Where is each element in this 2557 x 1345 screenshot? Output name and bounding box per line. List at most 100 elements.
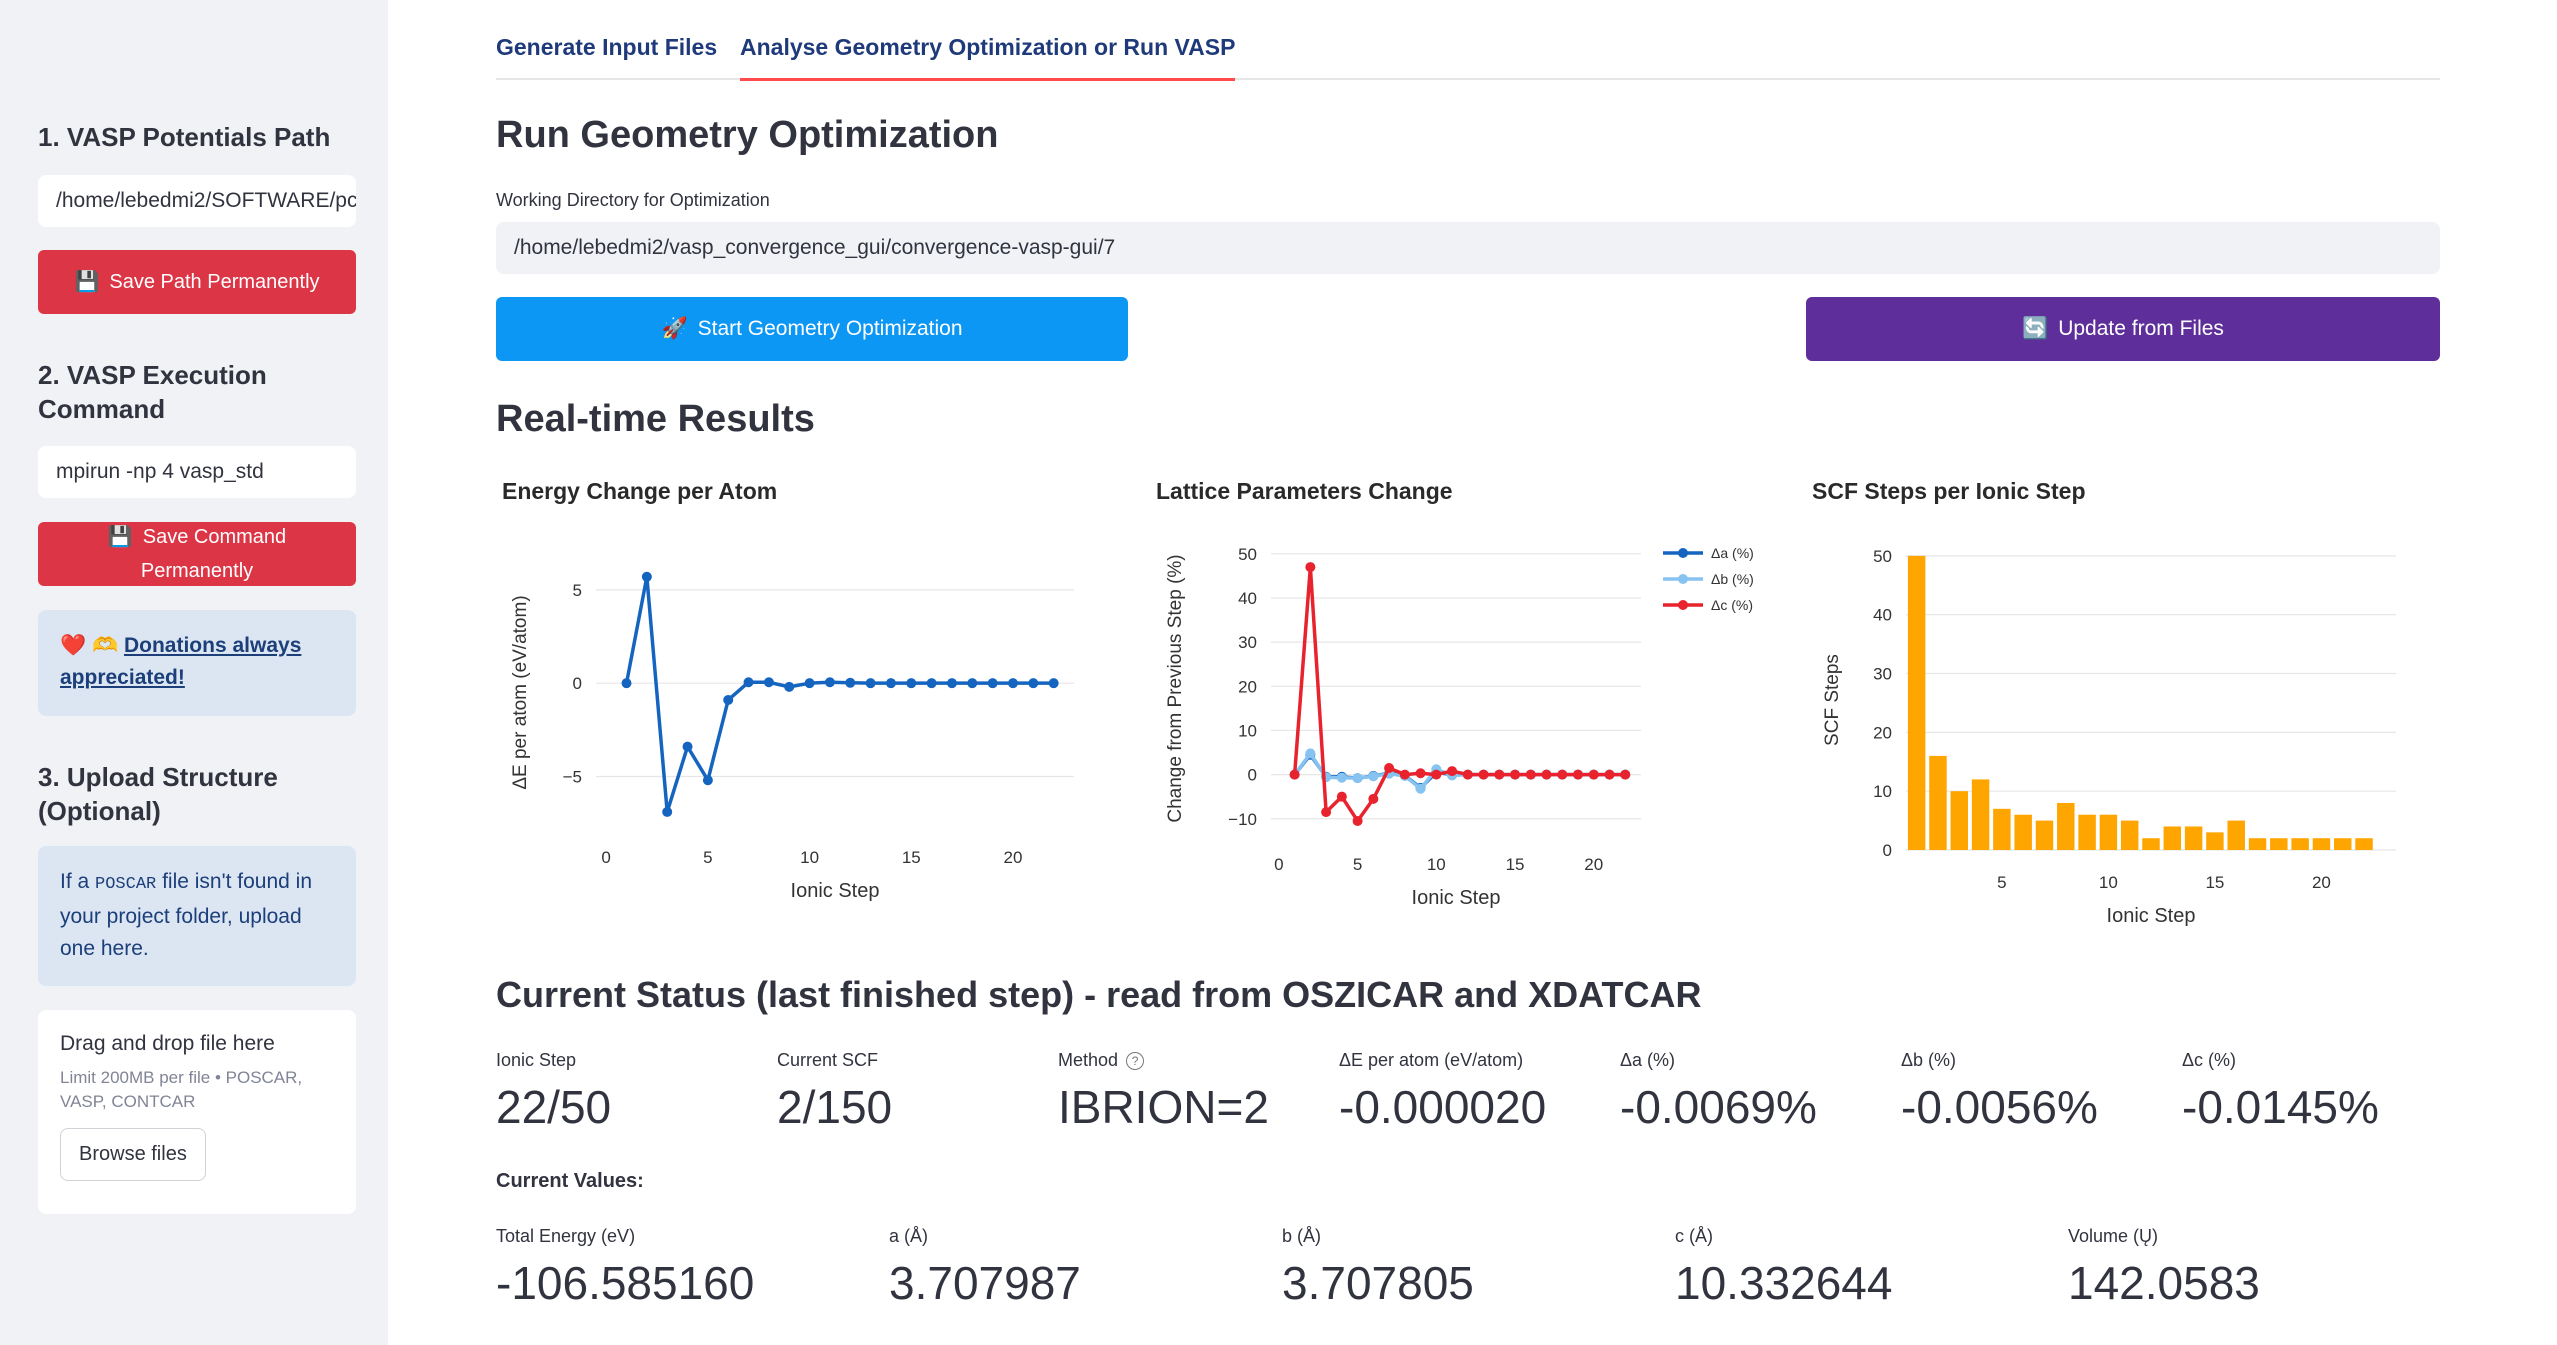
floppy-disk-icon: 💾 xyxy=(107,526,133,548)
bar xyxy=(1929,755,1947,850)
potentials-path-heading: 1. VASP Potentials Path xyxy=(38,122,331,152)
save-path-button[interactable]: 💾 Save Path Permanently xyxy=(38,250,356,314)
legend-marker xyxy=(1678,548,1688,558)
question-circle-icon[interactable]: ? xyxy=(1126,1052,1145,1071)
bar xyxy=(2057,802,2075,850)
legend-label: Δc (%) xyxy=(1711,597,1753,613)
bar xyxy=(2227,820,2245,850)
scf-steps-chart: 0 10 20 30 40 50 5 10 15 20 Ionic Step SCF Steps xyxy=(1822,547,2396,927)
y-tick-label: 0 xyxy=(1248,766,1257,785)
bar xyxy=(1950,791,1968,850)
data-point xyxy=(1525,769,1536,780)
potentials-path-input[interactable]: /home/lebedmi2/SOFTWARE/pc xyxy=(38,175,356,227)
metric-label: Δc (%) xyxy=(2182,1050,2237,1070)
data-point xyxy=(1336,772,1347,783)
page-title: Run Geometry Optimization xyxy=(496,114,999,156)
current-value-label: b (Å) xyxy=(1282,1226,1322,1246)
scf-chart-title: SCF Steps per Ionic Step xyxy=(1812,478,2086,504)
x-tick-label: 0 xyxy=(1274,855,1283,874)
data-point xyxy=(987,678,998,689)
y-axis-title: ΔE per atom (eV/atom) xyxy=(510,595,531,789)
save-command-label: Save Command Permanently xyxy=(140,526,287,582)
metric-label: Δb (%) xyxy=(1901,1050,1957,1070)
metric-label: Δa (%) xyxy=(1620,1050,1676,1070)
x-tick-label: 5 xyxy=(1997,873,2006,892)
energy-chart-title: Energy Change per Atom xyxy=(502,478,778,504)
tab-analyse-geometry[interactable]: Analyse Geometry Optimization or Run VAS… xyxy=(740,34,1236,81)
browse-files-button[interactable]: Browse files xyxy=(60,1128,206,1181)
realtime-results-title: Real-time Results xyxy=(496,398,815,440)
bar xyxy=(2355,838,2373,850)
data-point xyxy=(1028,678,1039,689)
y-tick-label: 0 xyxy=(573,674,582,693)
data-point xyxy=(1289,769,1300,780)
current-value-label: Volume (Ų) xyxy=(2068,1226,2159,1246)
x-tick-label: 5 xyxy=(1353,855,1362,874)
data-point xyxy=(1352,773,1363,784)
metric-value: 22/50 xyxy=(496,1081,612,1133)
y-axis-title: Change from Previous Step (%) xyxy=(1165,554,1186,822)
energy-change-chart: −5 0 5 0 5 10 15 20 Ionic Step ΔE per atom (eV/at… xyxy=(510,571,1074,902)
data-point xyxy=(1352,815,1363,826)
data-point xyxy=(1447,766,1458,777)
bar xyxy=(2163,826,2182,850)
x-tick-label: 20 xyxy=(1004,848,1023,867)
data-point xyxy=(784,681,795,692)
x-tick-label: 5 xyxy=(703,848,712,867)
x-tick-label: 20 xyxy=(1584,855,1603,874)
bar xyxy=(2248,838,2267,850)
file-uploader[interactable]: Drag and drop file here Limit 200MB per … xyxy=(38,1010,356,1214)
y-tick-label: 50 xyxy=(1873,547,1892,566)
update-from-files-button[interactable]: 🔄 Update from Files xyxy=(1806,297,2440,361)
status-title: Current Status (last finished step) - re… xyxy=(496,974,1702,1015)
start-optimization-button[interactable]: 🚀 Start Geometry Optimization xyxy=(496,297,1128,361)
dropzone-title: Drag and drop file here xyxy=(60,1032,275,1055)
current-value: -106.585160 xyxy=(496,1257,755,1309)
data-point xyxy=(1368,793,1379,804)
metric-value: -0.000020 xyxy=(1339,1081,1547,1133)
save-path-label: Save Path Permanently xyxy=(109,271,320,293)
bar xyxy=(2142,838,2160,850)
bar xyxy=(1971,779,1990,850)
y-tick-label: 10 xyxy=(1238,721,1257,740)
y-tick-label: 20 xyxy=(1873,723,1892,742)
x-axis-title: Ionic Step xyxy=(1412,887,1501,909)
execution-command-input[interactable]: mpirun -np 4 vasp_std xyxy=(38,446,356,498)
tab-generate-input-files[interactable]: Generate Input Files xyxy=(496,34,717,78)
data-point xyxy=(682,741,693,752)
bar xyxy=(2184,826,2203,850)
data-point xyxy=(1541,769,1552,780)
current-value: 3.707987 xyxy=(889,1257,1081,1309)
save-command-button[interactable]: 💾 Save Command Permanently xyxy=(38,522,356,586)
data-point xyxy=(641,571,652,582)
metric-label: ΔE per atom (eV/atom) xyxy=(1339,1050,1524,1070)
data-point xyxy=(1305,748,1316,759)
legend-label: Δb (%) xyxy=(1711,571,1754,587)
current-value-label: c (Å) xyxy=(1675,1226,1713,1246)
tab-bar: Generate Input Files Analyse Geometry Op… xyxy=(496,24,2440,81)
data-point xyxy=(1007,678,1018,689)
y-axis-title: SCF Steps xyxy=(1822,654,1843,746)
data-point xyxy=(1510,769,1521,780)
y-tick-label: 40 xyxy=(1238,589,1257,608)
data-point xyxy=(1368,771,1379,782)
current-value: 3.707805 xyxy=(1282,1257,1474,1309)
data-point xyxy=(1415,768,1426,779)
metric-label: Ionic Step xyxy=(496,1050,577,1070)
metric-value: -0.0145% xyxy=(2182,1081,2379,1133)
current-value: 142.0583 xyxy=(2068,1257,2260,1309)
x-axis-title: Ionic Step xyxy=(2107,905,2196,927)
upload-info-box: If a POSCAR file isn't found in your pro… xyxy=(38,846,356,986)
data-point xyxy=(845,677,856,688)
data-point xyxy=(1305,562,1316,573)
rocket-icon: 🚀 xyxy=(661,317,688,340)
metric-value: -0.0069% xyxy=(1620,1081,1817,1133)
lattice-change-chart: −10 0 10 20 30 40 50 0 5 10 15 20 Ionic Step Change f… xyxy=(1165,545,1754,909)
workdir-input[interactable]: /home/lebedmi2/vasp_convergence_gui/conv… xyxy=(496,222,2440,274)
bar xyxy=(2312,838,2331,850)
data-point xyxy=(824,677,835,688)
poscar-code: POSCAR xyxy=(95,875,157,894)
data-point xyxy=(804,678,815,689)
current-values-label: Current Values: xyxy=(496,1170,644,1192)
data-point xyxy=(1431,769,1442,780)
